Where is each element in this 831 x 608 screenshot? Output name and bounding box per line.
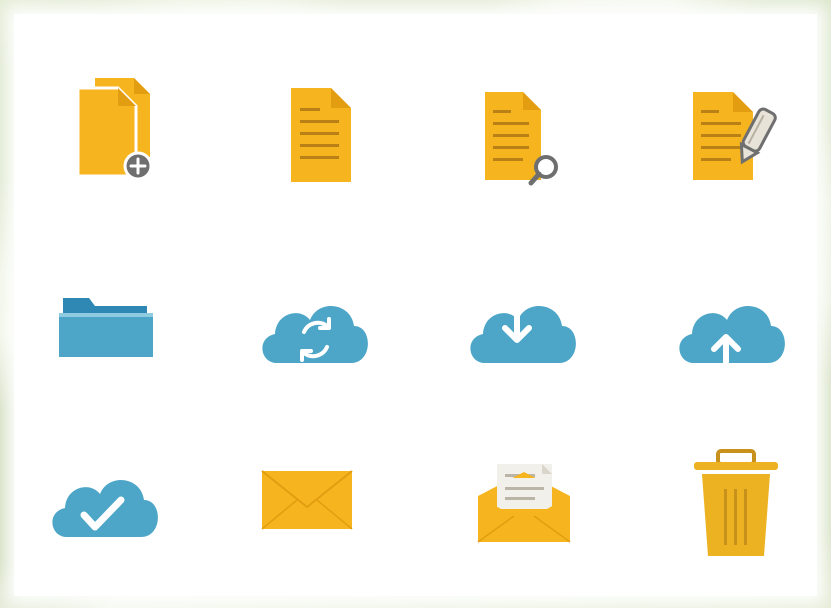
folder-icon — [51, 264, 171, 384]
envelope-icon — [252, 444, 372, 564]
document-icon — [259, 66, 379, 186]
open-envelope-icon — [465, 444, 585, 564]
document-edit-icon — [677, 66, 797, 186]
background-frame — [0, 0, 831, 608]
trash-bin-icon — [676, 444, 796, 564]
copy-document-add-icon — [60, 66, 180, 186]
cloud-download-icon — [460, 268, 580, 388]
icon-panel — [14, 14, 817, 596]
document-search-icon — [467, 66, 587, 186]
cloud-check-icon — [42, 442, 162, 562]
cloud-sync-icon — [252, 268, 372, 388]
cloud-upload-icon — [669, 268, 789, 388]
